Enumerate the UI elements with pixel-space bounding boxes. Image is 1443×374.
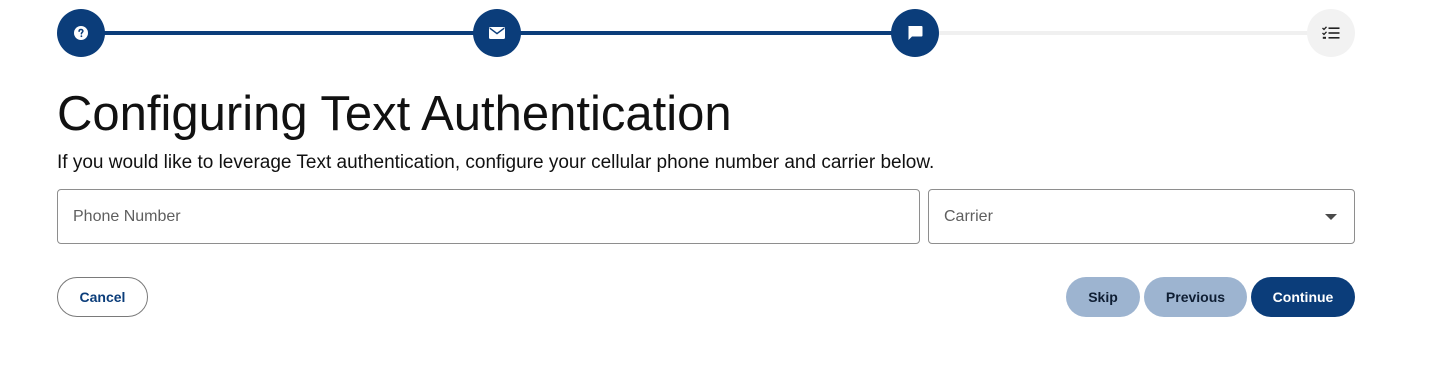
question-circle-icon xyxy=(74,26,88,40)
step-review xyxy=(1307,9,1355,57)
step-text xyxy=(891,9,939,57)
cancel-button[interactable]: Cancel xyxy=(57,277,148,317)
page-title: Configuring Text Authentication xyxy=(57,87,732,141)
skip-button[interactable]: Skip xyxy=(1066,277,1140,317)
chat-bubble-icon xyxy=(907,25,923,41)
caret-down-icon xyxy=(1325,214,1337,220)
phone-number-field[interactable] xyxy=(57,189,920,244)
progress-stepper xyxy=(57,9,1355,57)
carrier-select[interactable]: Carrier xyxy=(928,189,1355,244)
envelope-icon xyxy=(489,27,505,39)
step-email xyxy=(473,9,521,57)
phone-number-input[interactable] xyxy=(58,190,919,243)
checklist-icon xyxy=(1322,26,1340,40)
stepper-connector-3 xyxy=(915,31,1331,35)
page-subtitle: If you would like to leverage Text authe… xyxy=(57,152,935,173)
stepper-connector-1 xyxy=(81,31,521,35)
carrier-select-label: Carrier xyxy=(944,208,993,225)
continue-button[interactable]: Continue xyxy=(1251,277,1355,317)
step-help xyxy=(57,9,105,57)
stepper-connector-2 xyxy=(497,31,915,35)
previous-button[interactable]: Previous xyxy=(1144,277,1247,317)
